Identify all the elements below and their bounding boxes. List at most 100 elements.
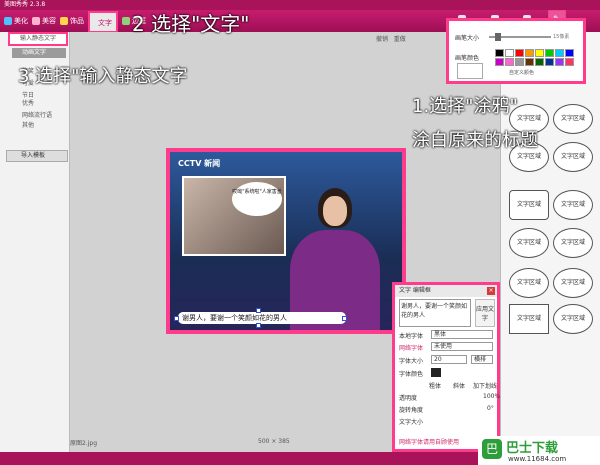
opacity-value: 100%	[483, 393, 501, 400]
opacity-label: 透明度	[399, 395, 418, 402]
custom-color-button[interactable]: 自定义颜色	[509, 69, 534, 76]
watermark-title: 巴士下载	[506, 441, 559, 456]
font-label: 本地字体	[399, 333, 424, 340]
slider-thumb[interactable]	[494, 33, 501, 41]
text-input[interactable]: 谢男人，要谢一个笑颜如花的男人	[399, 299, 471, 327]
bubble-template[interactable]: 文字区域	[553, 268, 593, 298]
color-swatch[interactable]	[505, 49, 514, 57]
close-icon[interactable]: ×	[487, 287, 495, 295]
color-swatch[interactable]	[535, 49, 544, 57]
left-panel: 搞笑 可爱 节日 优秀 网络流行语 其他	[0, 32, 70, 452]
resize-handle[interactable]	[174, 316, 179, 321]
bubble-template[interactable]: 文字区域	[553, 190, 593, 220]
color-swatch[interactable]	[495, 49, 504, 57]
category-net-slang[interactable]: 网络流行语	[22, 110, 52, 119]
brush-size-slider[interactable]	[489, 33, 551, 41]
apply-text-button[interactable]: 应用文字	[475, 299, 495, 327]
bubble-template[interactable]: 文字区域	[509, 304, 549, 334]
frame-icon	[122, 17, 130, 25]
beautify-icon	[4, 17, 12, 25]
static-text-button[interactable]: 输入静态文字	[8, 32, 68, 46]
brush-panel: 画笔大小 15像素 画笔颜色 自定义颜色	[446, 18, 586, 84]
bubble-template[interactable]: 文字区域	[553, 304, 593, 334]
color-swatch[interactable]	[565, 49, 574, 57]
status-bar: 原图2.jpg 500 × 385	[70, 438, 500, 452]
tool-text[interactable]: 文字	[88, 11, 118, 33]
color-swatch[interactable]	[515, 49, 524, 57]
color-swatch[interactable]	[555, 58, 564, 66]
italic-checkbox[interactable]: 斜体	[453, 381, 465, 390]
net-font-label: 网络字体	[399, 345, 424, 352]
rotate-value: 0°	[487, 405, 494, 412]
dialog-title: 文字 编辑框	[395, 285, 497, 297]
orientation-select[interactable]: 横排	[471, 355, 493, 364]
spacing-label: 文字大小	[399, 419, 424, 426]
tool-label: 美化	[14, 17, 28, 25]
font-select[interactable]: 黑体	[431, 330, 493, 339]
bubble-template[interactable]: 文字区域	[553, 142, 593, 172]
beauty-icon	[32, 17, 40, 25]
bubble-template[interactable]: 文字区域	[509, 268, 549, 298]
color-swatch[interactable]	[545, 58, 554, 66]
tool-text-label: 文字	[98, 19, 112, 27]
site-watermark: 巴 巴士下载 www.11684.com	[478, 436, 600, 465]
color-swatch[interactable]	[525, 58, 534, 66]
tool-beautify[interactable]: 美化	[2, 14, 28, 28]
bubble-template[interactable]: 文字区域	[509, 190, 549, 220]
undo-button[interactable]: 撤销	[376, 36, 388, 43]
resize-handle[interactable]	[256, 308, 261, 313]
net-font-select[interactable]: 未使用	[431, 342, 493, 351]
color-swatch[interactable]	[555, 49, 564, 57]
news-anchor	[290, 182, 380, 330]
accessories-icon	[60, 17, 68, 25]
font-color-label: 字体颜色	[399, 371, 424, 378]
tool-label: 美容	[42, 17, 56, 25]
tool-beauty[interactable]: 美容	[30, 14, 56, 28]
font-color-swatch[interactable]	[431, 368, 441, 377]
annotation-step3: 3 选择"输入静态文字	[18, 66, 188, 87]
cctv-logo: CCTV 新闻	[178, 159, 221, 168]
photo-canvas[interactable]: CCTV 新闻 哎呦"系统啦"人家害羞 谢男人，要谢一个笑颜如花的男人	[166, 148, 406, 334]
color-swatch[interactable]	[545, 49, 554, 57]
bubble-template[interactable]: 文字区域	[509, 228, 549, 258]
annotation-step1-line2: 涂白原来的标题	[412, 130, 538, 151]
status-filename: 原图2.jpg	[70, 440, 98, 447]
redo-button[interactable]: 重做	[394, 36, 406, 43]
color-swatch[interactable]	[505, 58, 514, 66]
size-select[interactable]: 20	[431, 355, 467, 364]
rotate-label: 旋转角度	[399, 407, 424, 414]
anchor-face	[323, 196, 347, 226]
color-swatch[interactable]	[565, 58, 574, 66]
color-swatch[interactable]	[535, 58, 544, 66]
color-swatch[interactable]	[495, 58, 504, 66]
color-swatch[interactable]	[515, 58, 524, 66]
bubble-template[interactable]: 文字区域	[553, 104, 593, 134]
brush-size-label: 画笔大小	[455, 35, 480, 42]
watermark-logo: 巴	[482, 439, 502, 459]
dynamic-text-button[interactable]: 动画文字	[12, 48, 66, 58]
color-swatch[interactable]	[525, 49, 534, 57]
text-editor-dialog: 文字 编辑框 × 谢男人，要谢一个笑颜如花的男人 应用文字 本地字体 黑体 网络…	[392, 282, 500, 452]
resize-handle[interactable]	[342, 316, 347, 321]
inset-photo: 哎呦"系统啦"人家害羞	[182, 176, 286, 256]
category-excellent[interactable]: 优秀	[22, 98, 34, 107]
status-dimensions: 500 × 385	[258, 438, 290, 445]
title-bar: 美图秀秀 2.3.8	[0, 0, 600, 10]
bubble-template[interactable]: 文字区域	[553, 228, 593, 258]
annotation-step2: 2 选择"文字"	[132, 12, 250, 36]
watermark-url: www.11684.com	[508, 455, 567, 463]
brush-size-value: 15像素	[553, 34, 570, 40]
import-template-button[interactable]: 导入模板	[6, 150, 68, 162]
resize-handle[interactable]	[256, 323, 261, 328]
underline-checkbox[interactable]: 加下划线	[473, 381, 497, 390]
tool-label: 饰品	[70, 17, 84, 25]
subtitle-text[interactable]: 谢男人，要谢一个笑颜如花的男人	[178, 312, 346, 324]
news-studio-image: CCTV 新闻 哎呦"系统啦"人家害羞 谢男人，要谢一个笑颜如花的男人	[170, 152, 402, 330]
color-swatches	[495, 49, 577, 66]
annotation-step1-line1: 1.选择"涂鸦"	[412, 96, 518, 117]
bold-checkbox[interactable]: 粗体	[429, 381, 441, 390]
current-color[interactable]	[457, 63, 483, 79]
category-other[interactable]: 其他	[22, 120, 34, 129]
brush-color-label: 画笔颜色	[455, 55, 480, 62]
tool-accessories[interactable]: 饰品	[58, 14, 84, 28]
